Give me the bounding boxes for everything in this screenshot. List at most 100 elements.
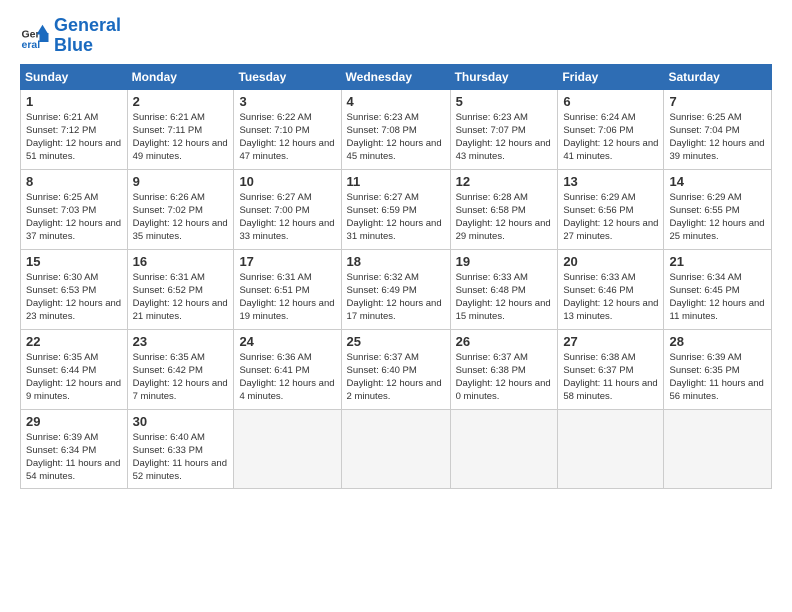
calendar-cell: 7 Sunrise: 6:25 AMSunset: 7:04 PMDayligh… bbox=[664, 89, 772, 169]
calendar-cell: 16 Sunrise: 6:31 AMSunset: 6:52 PMDaylig… bbox=[127, 249, 234, 329]
day-info: Sunrise: 6:27 AMSunset: 7:00 PMDaylight:… bbox=[239, 191, 335, 244]
day-info: Sunrise: 6:37 AMSunset: 6:40 PMDaylight:… bbox=[347, 351, 445, 404]
calendar-cell: 19 Sunrise: 6:33 AMSunset: 6:48 PMDaylig… bbox=[450, 249, 558, 329]
day-info: Sunrise: 6:38 AMSunset: 6:37 PMDaylight:… bbox=[563, 351, 658, 404]
day-number: 21 bbox=[669, 254, 766, 269]
calendar-cell: 23 Sunrise: 6:35 AMSunset: 6:42 PMDaylig… bbox=[127, 329, 234, 409]
day-info: Sunrise: 6:25 AMSunset: 7:03 PMDaylight:… bbox=[26, 191, 122, 244]
calendar-cell: 12 Sunrise: 6:28 AMSunset: 6:58 PMDaylig… bbox=[450, 169, 558, 249]
calendar-cell: 25 Sunrise: 6:37 AMSunset: 6:40 PMDaylig… bbox=[341, 329, 450, 409]
logo: Gen eral General Blue bbox=[20, 16, 121, 56]
day-number: 20 bbox=[563, 254, 658, 269]
calendar-header-saturday: Saturday bbox=[664, 64, 772, 89]
calendar-cell: 1 Sunrise: 6:21 AMSunset: 7:12 PMDayligh… bbox=[21, 89, 128, 169]
day-number: 22 bbox=[26, 334, 122, 349]
day-info: Sunrise: 6:33 AMSunset: 6:46 PMDaylight:… bbox=[563, 271, 658, 324]
calendar-week-row: 15 Sunrise: 6:30 AMSunset: 6:53 PMDaylig… bbox=[21, 249, 772, 329]
day-number: 17 bbox=[239, 254, 335, 269]
calendar-cell: 9 Sunrise: 6:26 AMSunset: 7:02 PMDayligh… bbox=[127, 169, 234, 249]
logo-icon: Gen eral bbox=[20, 21, 50, 51]
day-info: Sunrise: 6:21 AMSunset: 7:11 PMDaylight:… bbox=[133, 111, 229, 164]
day-info: Sunrise: 6:40 AMSunset: 6:33 PMDaylight:… bbox=[133, 431, 229, 484]
calendar-cell bbox=[664, 409, 772, 488]
day-number: 11 bbox=[347, 174, 445, 189]
calendar-cell: 27 Sunrise: 6:38 AMSunset: 6:37 PMDaylig… bbox=[558, 329, 664, 409]
logo-text-line2: Blue bbox=[54, 36, 121, 56]
day-info: Sunrise: 6:32 AMSunset: 6:49 PMDaylight:… bbox=[347, 271, 445, 324]
day-info: Sunrise: 6:26 AMSunset: 7:02 PMDaylight:… bbox=[133, 191, 229, 244]
calendar-cell: 3 Sunrise: 6:22 AMSunset: 7:10 PMDayligh… bbox=[234, 89, 341, 169]
calendar-cell: 24 Sunrise: 6:36 AMSunset: 6:41 PMDaylig… bbox=[234, 329, 341, 409]
day-info: Sunrise: 6:30 AMSunset: 6:53 PMDaylight:… bbox=[26, 271, 122, 324]
day-info: Sunrise: 6:21 AMSunset: 7:12 PMDaylight:… bbox=[26, 111, 122, 164]
day-info: Sunrise: 6:37 AMSunset: 6:38 PMDaylight:… bbox=[456, 351, 553, 404]
calendar-cell: 8 Sunrise: 6:25 AMSunset: 7:03 PMDayligh… bbox=[21, 169, 128, 249]
calendar-cell: 13 Sunrise: 6:29 AMSunset: 6:56 PMDaylig… bbox=[558, 169, 664, 249]
day-info: Sunrise: 6:23 AMSunset: 7:07 PMDaylight:… bbox=[456, 111, 553, 164]
calendar-header-friday: Friday bbox=[558, 64, 664, 89]
calendar-table: SundayMondayTuesdayWednesdayThursdayFrid… bbox=[20, 64, 772, 489]
calendar-week-row: 1 Sunrise: 6:21 AMSunset: 7:12 PMDayligh… bbox=[21, 89, 772, 169]
day-number: 8 bbox=[26, 174, 122, 189]
calendar-week-row: 8 Sunrise: 6:25 AMSunset: 7:03 PMDayligh… bbox=[21, 169, 772, 249]
day-info: Sunrise: 6:25 AMSunset: 7:04 PMDaylight:… bbox=[669, 111, 766, 164]
day-number: 6 bbox=[563, 94, 658, 109]
calendar-cell bbox=[341, 409, 450, 488]
calendar-cell: 18 Sunrise: 6:32 AMSunset: 6:49 PMDaylig… bbox=[341, 249, 450, 329]
day-number: 9 bbox=[133, 174, 229, 189]
day-info: Sunrise: 6:29 AMSunset: 6:55 PMDaylight:… bbox=[669, 191, 766, 244]
day-info: Sunrise: 6:35 AMSunset: 6:42 PMDaylight:… bbox=[133, 351, 229, 404]
day-number: 23 bbox=[133, 334, 229, 349]
calendar-cell bbox=[450, 409, 558, 488]
day-number: 10 bbox=[239, 174, 335, 189]
calendar-container: Gen eral General Blue SundayMondayTuesda… bbox=[0, 0, 792, 499]
day-number: 12 bbox=[456, 174, 553, 189]
calendar-cell: 29 Sunrise: 6:39 AMSunset: 6:34 PMDaylig… bbox=[21, 409, 128, 488]
calendar-cell: 20 Sunrise: 6:33 AMSunset: 6:46 PMDaylig… bbox=[558, 249, 664, 329]
calendar-cell: 21 Sunrise: 6:34 AMSunset: 6:45 PMDaylig… bbox=[664, 249, 772, 329]
calendar-week-row: 29 Sunrise: 6:39 AMSunset: 6:34 PMDaylig… bbox=[21, 409, 772, 488]
calendar-cell: 5 Sunrise: 6:23 AMSunset: 7:07 PMDayligh… bbox=[450, 89, 558, 169]
day-number: 30 bbox=[133, 414, 229, 429]
calendar-cell: 2 Sunrise: 6:21 AMSunset: 7:11 PMDayligh… bbox=[127, 89, 234, 169]
calendar-cell: 14 Sunrise: 6:29 AMSunset: 6:55 PMDaylig… bbox=[664, 169, 772, 249]
day-info: Sunrise: 6:31 AMSunset: 6:52 PMDaylight:… bbox=[133, 271, 229, 324]
calendar-cell: 22 Sunrise: 6:35 AMSunset: 6:44 PMDaylig… bbox=[21, 329, 128, 409]
day-info: Sunrise: 6:33 AMSunset: 6:48 PMDaylight:… bbox=[456, 271, 553, 324]
day-info: Sunrise: 6:39 AMSunset: 6:34 PMDaylight:… bbox=[26, 431, 122, 484]
calendar-cell: 10 Sunrise: 6:27 AMSunset: 7:00 PMDaylig… bbox=[234, 169, 341, 249]
calendar-header-tuesday: Tuesday bbox=[234, 64, 341, 89]
day-number: 7 bbox=[669, 94, 766, 109]
day-number: 19 bbox=[456, 254, 553, 269]
calendar-cell: 28 Sunrise: 6:39 AMSunset: 6:35 PMDaylig… bbox=[664, 329, 772, 409]
calendar-cell bbox=[234, 409, 341, 488]
day-number: 29 bbox=[26, 414, 122, 429]
day-number: 1 bbox=[26, 94, 122, 109]
calendar-cell: 6 Sunrise: 6:24 AMSunset: 7:06 PMDayligh… bbox=[558, 89, 664, 169]
calendar-cell: 11 Sunrise: 6:27 AMSunset: 6:59 PMDaylig… bbox=[341, 169, 450, 249]
day-number: 18 bbox=[347, 254, 445, 269]
day-info: Sunrise: 6:22 AMSunset: 7:10 PMDaylight:… bbox=[239, 111, 335, 164]
day-number: 5 bbox=[456, 94, 553, 109]
day-info: Sunrise: 6:28 AMSunset: 6:58 PMDaylight:… bbox=[456, 191, 553, 244]
day-info: Sunrise: 6:35 AMSunset: 6:44 PMDaylight:… bbox=[26, 351, 122, 404]
day-number: 24 bbox=[239, 334, 335, 349]
day-info: Sunrise: 6:24 AMSunset: 7:06 PMDaylight:… bbox=[563, 111, 658, 164]
svg-text:eral: eral bbox=[22, 39, 41, 51]
day-number: 14 bbox=[669, 174, 766, 189]
day-info: Sunrise: 6:23 AMSunset: 7:08 PMDaylight:… bbox=[347, 111, 445, 164]
day-info: Sunrise: 6:36 AMSunset: 6:41 PMDaylight:… bbox=[239, 351, 335, 404]
calendar-cell: 4 Sunrise: 6:23 AMSunset: 7:08 PMDayligh… bbox=[341, 89, 450, 169]
calendar-cell bbox=[558, 409, 664, 488]
calendar-header-row: SundayMondayTuesdayWednesdayThursdayFrid… bbox=[21, 64, 772, 89]
day-number: 3 bbox=[239, 94, 335, 109]
day-info: Sunrise: 6:29 AMSunset: 6:56 PMDaylight:… bbox=[563, 191, 658, 244]
calendar-cell: 15 Sunrise: 6:30 AMSunset: 6:53 PMDaylig… bbox=[21, 249, 128, 329]
day-number: 2 bbox=[133, 94, 229, 109]
day-info: Sunrise: 6:39 AMSunset: 6:35 PMDaylight:… bbox=[669, 351, 766, 404]
day-number: 15 bbox=[26, 254, 122, 269]
day-info: Sunrise: 6:31 AMSunset: 6:51 PMDaylight:… bbox=[239, 271, 335, 324]
calendar-header-monday: Monday bbox=[127, 64, 234, 89]
day-info: Sunrise: 6:27 AMSunset: 6:59 PMDaylight:… bbox=[347, 191, 445, 244]
calendar-cell: 26 Sunrise: 6:37 AMSunset: 6:38 PMDaylig… bbox=[450, 329, 558, 409]
